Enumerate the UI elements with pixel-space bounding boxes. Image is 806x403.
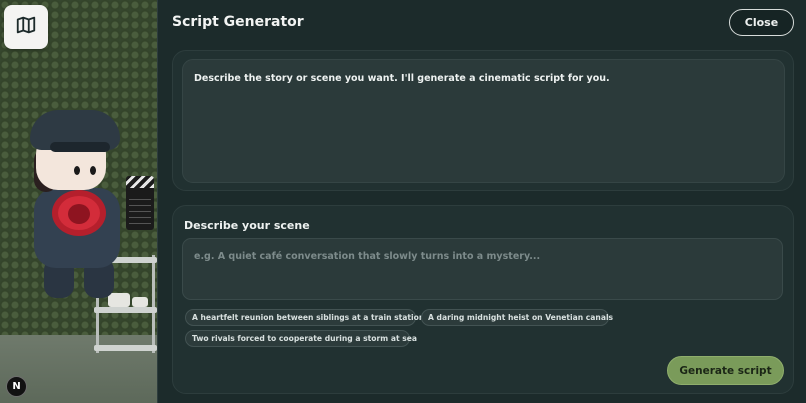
generate-script-button[interactable]: Generate script — [667, 356, 784, 385]
scene-description-input[interactable] — [182, 238, 783, 300]
clapperboard-prop — [126, 176, 154, 230]
director-character — [22, 108, 157, 308]
script-output-card: Describe the story or scene you want. I'… — [172, 50, 794, 191]
suggestion-chip[interactable]: A heartfelt reunion between siblings at … — [185, 309, 424, 326]
scene-input-card: Describe your scene A heartfelt reunion … — [172, 205, 794, 394]
script-output-text: Describe the story or scene you want. I'… — [194, 73, 610, 84]
megaphone-prop — [52, 190, 106, 236]
suggestion-chip[interactable]: A daring midnight heist on Venetian cana… — [421, 309, 613, 326]
scene-viewport[interactable]: N — [0, 0, 157, 403]
panel-title: Script Generator — [172, 14, 304, 30]
map-button[interactable] — [4, 5, 48, 49]
scene-input-label: Describe your scene — [184, 219, 310, 232]
close-button[interactable]: Close — [729, 9, 794, 36]
script-generator-panel: Script Generator Close Describe the stor… — [157, 0, 806, 403]
map-icon — [15, 14, 37, 40]
app-root: N Script Generator Close Describe the st… — [0, 0, 806, 403]
script-output: Describe the story or scene you want. I'… — [182, 59, 785, 183]
suggestion-chip[interactable]: Two rivals forced to cooperate during a … — [185, 330, 417, 347]
n-badge[interactable]: N — [6, 376, 27, 397]
